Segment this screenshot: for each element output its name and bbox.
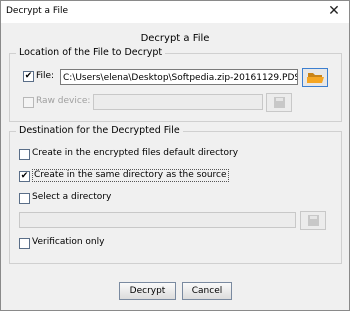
window-title: Decrypt a File: [6, 6, 68, 16]
raw-device-label: Raw device:: [36, 96, 91, 106]
decrypt-dialog: Decrypt a File ✕ Decrypt a File Location…: [0, 0, 350, 311]
save-icon: [308, 215, 319, 226]
same-dir-checkbox[interactable]: ✔: [19, 171, 30, 182]
default-dir-checkbox[interactable]: [19, 149, 30, 160]
directory-field[interactable]: [19, 212, 296, 228]
decrypt-button[interactable]: Decrypt: [119, 282, 176, 300]
same-dir-label: Create in the same directory as the sour…: [32, 169, 229, 182]
cancel-button[interactable]: Cancel: [182, 282, 232, 300]
default-dir-label: Create in the encrypted files default di…: [32, 148, 239, 158]
select-dir-label: Select a directory: [32, 192, 112, 202]
location-group: Location of the File to Decrypt ✔ File: …: [9, 47, 342, 122]
destination-group: Destination for the Decrypted File Creat…: [9, 125, 342, 264]
file-label: File:: [36, 71, 55, 81]
dialog-heading: Decrypt a File: [140, 33, 210, 44]
title-bar: Decrypt a File ✕: [1, 1, 349, 23]
directory-browse-button[interactable]: [300, 211, 326, 230]
verification-label: Verification only: [32, 237, 105, 247]
verification-checkbox[interactable]: [19, 238, 30, 249]
select-dir-checkbox[interactable]: [19, 193, 30, 204]
file-path-field[interactable]: C:\Users\elena\Desktop\Softpedia.zip-201…: [60, 69, 298, 85]
file-checkbox[interactable]: ✔: [23, 71, 34, 82]
raw-device-checkbox[interactable]: [23, 97, 34, 108]
raw-device-browse-button[interactable]: [266, 93, 292, 112]
location-group-legend: Location of the File to Decrypt: [16, 47, 166, 58]
save-icon: [274, 97, 285, 108]
file-browse-button[interactable]: [302, 68, 328, 87]
raw-device-field[interactable]: [93, 94, 263, 110]
close-button[interactable]: ✕: [319, 1, 349, 21]
destination-group-legend: Destination for the Decrypted File: [16, 125, 183, 136]
folder-open-icon: [307, 73, 324, 83]
